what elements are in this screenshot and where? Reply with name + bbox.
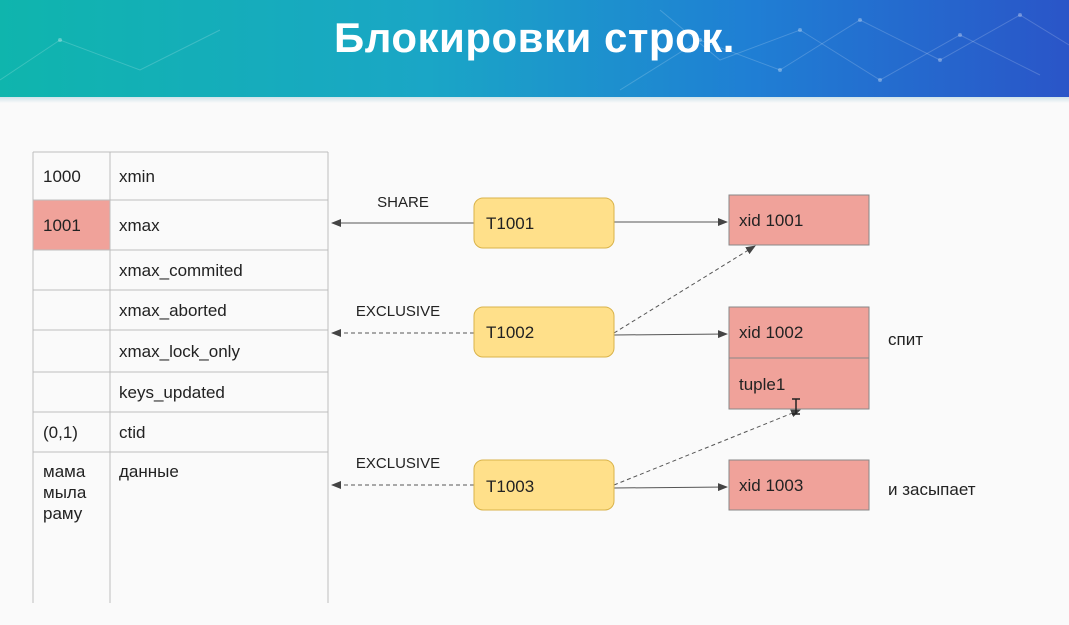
transaction-label-t1001: T1001 [486, 214, 534, 233]
arrow-t1002-to-xid1002 [613, 330, 728, 339]
tuple-field-label: xmax_aborted [119, 301, 227, 320]
tuple-field-label: xmax_lock_only [119, 342, 240, 361]
lock-label-xid1002: xid 1002 [739, 323, 803, 342]
lock-mode-label-t1003: EXCLUSIVE [356, 455, 440, 472]
tuple-field-label: xmin [119, 167, 155, 186]
tuple-field-label: keys_updated [119, 383, 225, 402]
tuple-field-label: xmax_commited [119, 261, 243, 280]
tuple-field-label: ctid [119, 423, 145, 442]
lock-mode-label-t1001: SHARE [377, 194, 429, 211]
lock-label-xid1003: xid 1003 [739, 476, 803, 495]
row-locks-diagram: 1000 xmin 1001 xmax xmax_commited xmax_aborte… [32, 151, 976, 603]
note-falls-asleep: и засыпает [888, 480, 976, 499]
lock-label-xid1001: xid 1001 [739, 211, 803, 230]
tuple-header-text: 1000 xmin 1001 xmax xmax_commited xmax_aborte… [43, 167, 243, 523]
tuple-value-cell: 1000 [43, 167, 81, 186]
transaction-label-t1002: T1002 [486, 323, 534, 342]
tuple-value-cell: мама мыла раму [43, 462, 87, 523]
tuple-field-label: данные [119, 462, 179, 481]
tuple-value-cell: 1001 [43, 216, 81, 235]
note-sleeps: спит [888, 330, 923, 349]
tuple-field-label: xmax [119, 216, 160, 235]
tuple-value-cell: (0,1) [43, 423, 78, 442]
transaction-label-t1003: T1003 [486, 477, 534, 496]
lock-mode-label-t1002: EXCLUSIVE [356, 303, 440, 320]
lock-label-tuple1: tuple1 [739, 375, 785, 394]
arrow-t1003-to-xid1003 [613, 483, 728, 492]
